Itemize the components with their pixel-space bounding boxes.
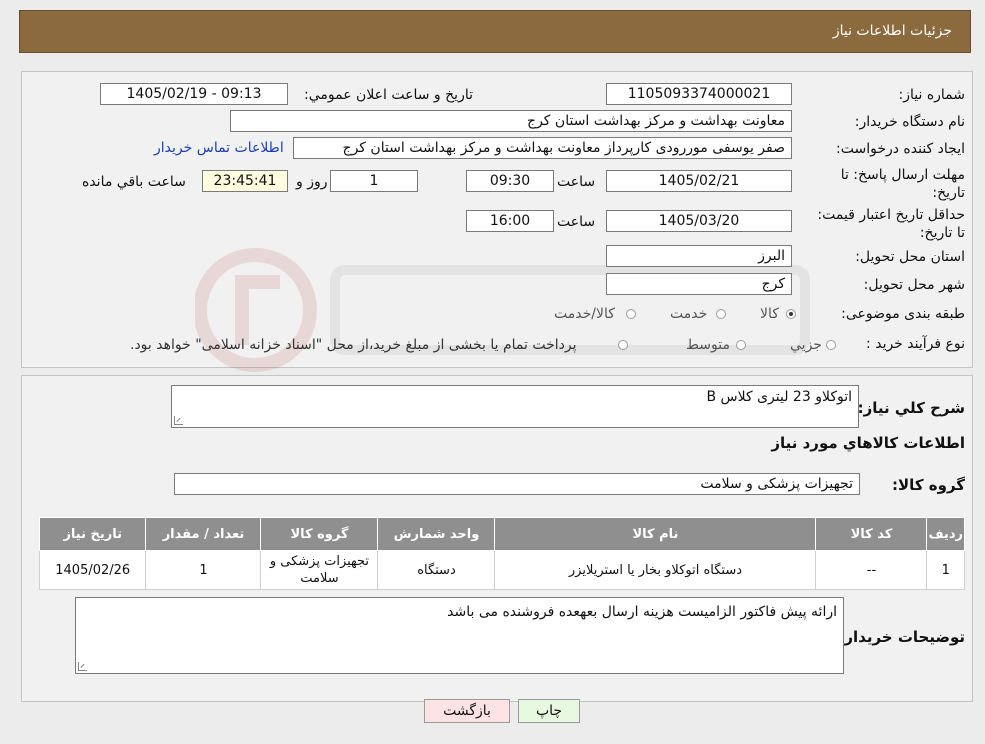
col-item-group: گروه کالا	[260, 517, 379, 551]
page-header: جزئیات اطلاعات نیاز	[19, 10, 971, 53]
print-button[interactable]: چاپ	[518, 699, 580, 723]
process-type-label: نوع فرآیند خرید :	[866, 336, 965, 352]
resize-grip-icon[interactable]	[174, 416, 183, 425]
cell-item-group: تجهیزات پزشکی و سلامت	[260, 550, 379, 590]
table-header-row: ردیف کد کالا نام کالا واحد شمارش گروه کا…	[38, 517, 965, 551]
price-validity-time-field: 16:00	[466, 210, 554, 232]
announce-datetime-field: 1405/02/19 - 09:13	[100, 83, 288, 105]
category-radio-service[interactable]	[716, 309, 726, 319]
category-label: طبقه بندی موضوعی:	[841, 306, 965, 322]
process-option-minor: جزیي	[790, 337, 822, 353]
buyer-notes-text: ارائه پیش فاکتور الزامیست هزینه ارسال بع…	[447, 604, 837, 620]
cell-unit: دستگاه	[377, 550, 496, 590]
buyer-org-field: معاونت بهداشت و مرکز بهداشت استان کرج	[230, 110, 792, 132]
price-validity-date-field: 1405/03/20	[606, 210, 792, 232]
col-unit: واحد شمارش	[377, 517, 496, 551]
deadline-time-field: 09:30	[466, 170, 554, 192]
page-title: جزئیات اطلاعات نیاز	[832, 23, 952, 39]
remaining-time-field: 23:45:41	[202, 170, 288, 192]
goods-group-label: گروه کالا:	[892, 476, 965, 494]
goods-table: ردیف کد کالا نام کالا واحد شمارش گروه کا…	[38, 517, 965, 590]
province-field: البرز	[606, 245, 792, 267]
days-remaining-field: 1	[330, 170, 418, 192]
category-option-goods: کالا	[760, 306, 779, 322]
price-validity-label: حداقل تاریخ اعتبار قیمت: تا تاریخ:	[817, 207, 965, 241]
general-description-text: اتوکلاو 23 لیتری کلاس B	[706, 389, 852, 405]
city-label: شهر محل تحویل:	[863, 277, 965, 293]
creator-field: صفر یوسفی موررودی کارپرداز معاونت بهداشت…	[293, 137, 792, 159]
cell-item-name: دستگاه اتوکلاو بخار یا استریلایزر	[494, 550, 817, 590]
process-treasury-note: پرداخت تمام یا بخشی از مبلغ خرید،از محل …	[130, 337, 577, 353]
process-option-medium: متوسط	[686, 337, 730, 353]
category-radio-goods[interactable]	[786, 309, 796, 319]
city-field: کرج	[606, 273, 792, 295]
cell-item-code: --	[815, 550, 928, 590]
buyer-notes-field: ارائه پیش فاکتور الزامیست هزینه ارسال بع…	[75, 597, 844, 674]
col-quantity: تعداد / مقدار	[145, 517, 262, 551]
announce-datetime-label: تاریخ و ساعت اعلان عمومي:	[304, 87, 473, 103]
table-row: 1 -- دستگاه اتوکلاو بخار یا استریلایزر د…	[38, 550, 965, 590]
col-item-name: نام کالا	[494, 517, 817, 551]
goods-group-field: تجهیزات پزشکی و سلامت	[174, 473, 860, 495]
province-label: استان محل تحویل:	[855, 249, 965, 265]
back-button[interactable]: بازگشت	[424, 699, 510, 723]
process-radio-minor[interactable]	[826, 340, 836, 350]
col-row-number: ردیف	[926, 517, 965, 551]
category-option-service: خدمت	[670, 306, 708, 322]
cell-need-date: 1405/02/26	[38, 550, 147, 590]
remaining-time-label: ساعت باقي مانده	[82, 174, 186, 190]
days-label: روز و	[296, 174, 328, 190]
cell-quantity: 1	[145, 550, 262, 590]
goods-info-title: اطلاعات کالاهاي مورد نیاز	[771, 434, 965, 452]
deadline-time-label: ساعت	[557, 174, 596, 190]
creator-label: ایجاد کننده درخواست:	[836, 141, 965, 157]
deadline-label: مهلت ارسال پاسخ: تا تاریخ:	[840, 167, 965, 201]
process-radio-medium[interactable]	[736, 340, 746, 350]
general-description-field: اتوکلاو 23 لیتری کلاس B	[171, 385, 859, 428]
buyer-contact-link[interactable]: اطلاعات تماس خریدار	[154, 140, 284, 156]
deadline-date-field: 1405/02/21	[606, 170, 792, 192]
need-number-label: شماره نیاز:	[898, 87, 966, 103]
buyer-org-label: نام دستگاه خریدار:	[854, 114, 965, 130]
resize-grip-icon[interactable]	[78, 662, 87, 671]
general-description-label: شرح کلي نیاز:	[857, 399, 965, 417]
buyer-notes-label: توضیحات خریدار:	[838, 628, 965, 646]
cell-row-number: 1	[926, 550, 965, 590]
need-number-field: 1105093374000021	[606, 83, 792, 105]
category-option-goods-service: کالا/خدمت	[554, 306, 615, 322]
price-validity-time-label: ساعت	[557, 214, 596, 230]
process-radio-treasury[interactable]	[618, 340, 628, 350]
col-need-date: تاریخ نیاز	[38, 517, 147, 551]
category-radio-goods-service[interactable]	[626, 309, 636, 319]
col-item-code: کد کالا	[815, 517, 928, 551]
